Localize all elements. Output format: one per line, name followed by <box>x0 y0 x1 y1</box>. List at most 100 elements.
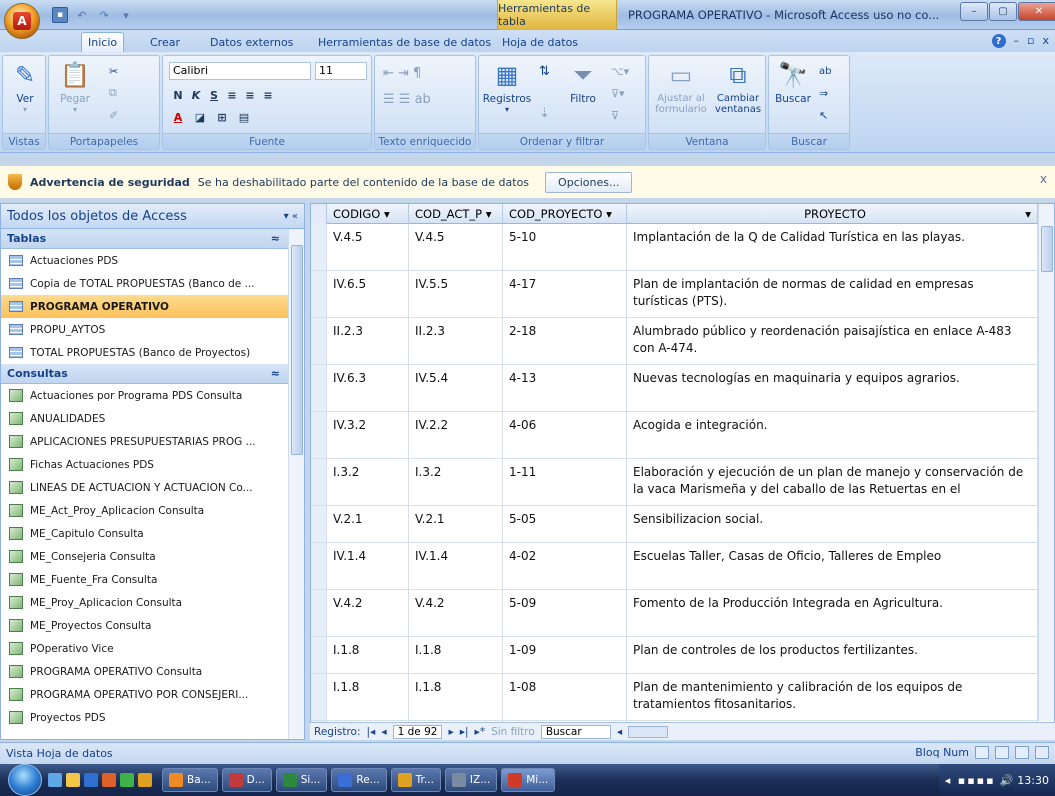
select-icon[interactable]: ↖ <box>819 106 828 124</box>
nav-item[interactable]: PROPU_AYTOS <box>1 318 288 341</box>
nav-scrollbar[interactable] <box>288 229 304 739</box>
nav-item[interactable]: ME_Consejeria Consulta <box>1 545 288 568</box>
table-cell[interactable]: Implantación de la Q de Calidad Turístic… <box>627 224 1038 270</box>
nav-item[interactable]: LINEAS DE ACTUACION Y ACTUACION Co... <box>1 476 288 499</box>
options-button[interactable]: Opciones... <box>545 171 633 193</box>
font-color-icon[interactable]: A <box>169 109 187 125</box>
nav-item[interactable]: Actuaciones por Programa PDS Consulta <box>1 384 288 407</box>
nav-item[interactable]: APLICACIONES PRESUPUESTARIAS PROG ... <box>1 430 288 453</box>
datasheet-view-icon[interactable] <box>975 746 989 759</box>
align-center-icon[interactable]: ≡ <box>241 87 259 103</box>
table-cell[interactable]: Plan de implantación de normas de calida… <box>627 271 1038 317</box>
table-cell[interactable]: I.1.8 <box>409 637 503 673</box>
row-selector[interactable] <box>311 637 327 673</box>
collapse-icon[interactable]: ≈ <box>271 367 280 380</box>
pivot-chart-view-icon[interactable] <box>1015 746 1029 759</box>
ribbon-minimize-icon[interactable]: – <box>1014 34 1020 48</box>
pegar-button[interactable]: 📋 Pegar ▾ <box>53 60 97 114</box>
row-selector[interactable] <box>311 412 327 458</box>
table-cell[interactable]: Sensibilizacion social. <box>627 506 1038 542</box>
grid-scroll-thumb[interactable] <box>1041 226 1053 272</box>
table-row[interactable]: I.1.8 I.1.8 1-09 Plan de controles de los p… <box>311 637 1054 674</box>
align-right-icon[interactable]: ≡ <box>259 87 277 103</box>
ie-icon[interactable] <box>84 773 98 787</box>
hscroll-thumb[interactable] <box>628 725 669 738</box>
taskbar-item[interactable]: Ba... <box>162 768 218 792</box>
clock[interactable]: 13:30 <box>1017 774 1049 787</box>
table-cell[interactable]: V.4.2 <box>327 590 409 636</box>
help-icon[interactable]: ? <box>991 34 1006 48</box>
nav-item[interactable]: POperativo Vice <box>1 637 288 660</box>
nav-header[interactable]: Todos los objetos de Access ▾ « <box>1 204 304 229</box>
table-cell[interactable]: Plan de mantenimiento y calibración de l… <box>627 674 1038 720</box>
table-cell[interactable]: 5-09 <box>503 590 627 636</box>
selection-filter-icon[interactable]: ⌥▾ <box>611 62 629 80</box>
row-selector[interactable] <box>311 543 327 589</box>
nav-item[interactable]: Copia de TOTAL PROPUESTAS (Banco de ... <box>1 272 288 295</box>
table-cell[interactable]: I.3.2 <box>409 459 503 505</box>
col-proyecto[interactable]: PROYECTO ▾ <box>627 204 1038 224</box>
table-cell[interactable]: Alumbrado público y reordenación paisají… <box>627 318 1038 364</box>
table-row[interactable]: IV.1.4 IV.1.4 4-02 Escuelas Taller, Casas d… <box>311 543 1054 590</box>
table-cell[interactable]: II.2.3 <box>327 318 409 364</box>
nav-item[interactable]: ME_Act_Proy_Aplicacion Consulta <box>1 499 288 522</box>
col-cod-proyecto[interactable]: COD_PROYECTO ▾ <box>503 204 627 224</box>
table-cell[interactable]: Escuelas Taller, Casas de Oficio, Taller… <box>627 543 1038 589</box>
nav-item[interactable]: Fichas Actuaciones PDS <box>1 453 288 476</box>
table-cell[interactable]: II.2.3 <box>409 318 503 364</box>
nav-item[interactable]: Proyectos PDS <box>1 706 288 729</box>
new-record-icon[interactable]: ▸* <box>475 726 486 738</box>
table-cell[interactable]: Fomento de la Producción Integrada en Ag… <box>627 590 1038 636</box>
desktop-icon[interactable] <box>48 773 62 787</box>
prev-record-icon[interactable]: ◂ <box>381 726 386 738</box>
app-icon[interactable] <box>120 773 134 787</box>
taskbar-item[interactable]: Mi... <box>501 768 556 792</box>
table-cell[interactable]: IV.5.4 <box>409 365 503 411</box>
row-selector[interactable] <box>311 318 327 364</box>
col-codigo[interactable]: CODIGO ▾ <box>327 204 409 224</box>
taskbar-item[interactable]: Si... <box>275 768 328 792</box>
table-row[interactable]: IV.6.3 IV.5.4 4-13 Nuevas tecnologías en ma… <box>311 365 1054 412</box>
nav-item[interactable]: TOTAL PROPUESTAS (Banco de Proyectos) <box>1 341 288 364</box>
table-cell[interactable]: V.4.2 <box>409 590 503 636</box>
cambiar-ventanas-button[interactable]: ⧉ Cambiar ventanas <box>711 60 765 115</box>
table-cell[interactable]: IV.3.2 <box>327 412 409 458</box>
cut-icon[interactable]: ✂ <box>109 62 118 80</box>
table-cell[interactable]: V.2.1 <box>409 506 503 542</box>
design-view-icon[interactable] <box>1035 746 1049 759</box>
nav-scroll-thumb[interactable] <box>291 245 303 455</box>
close-icon[interactable]: x <box>1040 172 1047 186</box>
taskbar-item[interactable]: D... <box>221 768 272 792</box>
firefox-icon[interactable] <box>138 773 152 787</box>
tab-herramientas-bd[interactable]: Herramientas de base de datos <box>312 32 497 52</box>
grid-scrollbar[interactable] <box>1038 204 1054 721</box>
hscroll-left-icon[interactable]: ◂ <box>617 726 622 738</box>
table-cell[interactable]: I.1.8 <box>327 637 409 673</box>
table-cell[interactable]: I.3.2 <box>327 459 409 505</box>
nav-item[interactable]: PROGRAMA OPERATIVO POR CONSEJERI... <box>1 683 288 706</box>
record-position[interactable]: 1 de 92 <box>392 724 443 739</box>
table-cell[interactable]: 1-09 <box>503 637 627 673</box>
row-selector[interactable] <box>311 506 327 542</box>
minimize-button[interactable]: – <box>960 2 988 21</box>
next-record-icon[interactable]: ▸ <box>448 726 453 738</box>
replace-icon[interactable]: ab <box>819 62 831 80</box>
taskbar-item[interactable]: Tr... <box>390 768 441 792</box>
tab-inicio[interactable]: Inicio <box>81 32 125 52</box>
table-cell[interactable]: 1-08 <box>503 674 627 720</box>
nav-item[interactable]: ME_Capitulo Consulta <box>1 522 288 545</box>
filtro-button[interactable]: ⏷ Filtro <box>563 60 603 105</box>
table-cell[interactable]: IV.6.5 <box>327 271 409 317</box>
row-selector[interactable] <box>311 590 327 636</box>
nav-toggle-icon[interactable]: ▾ « <box>284 211 298 222</box>
undo-icon[interactable]: ↶ <box>74 7 90 23</box>
start-button[interactable] <box>8 764 42 796</box>
table-cell[interactable]: IV.6.3 <box>327 365 409 411</box>
close-button[interactable]: ✕ <box>1018 2 1055 21</box>
table-cell[interactable]: 5-10 <box>503 224 627 270</box>
save-icon[interactable]: ▪ <box>52 7 68 23</box>
table-row[interactable]: I.3.2 I.3.2 1-11 Elaboración y ejecución de… <box>311 459 1054 506</box>
maximize-button[interactable]: ▢ <box>989 2 1017 21</box>
table-cell[interactable]: V.2.1 <box>327 506 409 542</box>
media-icon[interactable] <box>102 773 116 787</box>
